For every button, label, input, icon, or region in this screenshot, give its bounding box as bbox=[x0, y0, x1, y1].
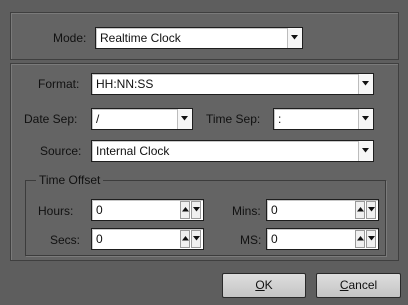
arrow-down-icon bbox=[193, 207, 200, 212]
ok-label-rest: K bbox=[264, 278, 273, 292]
hours-increment-button[interactable] bbox=[180, 201, 190, 219]
ms-decrement-button[interactable] bbox=[366, 230, 376, 248]
secs-spinner[interactable]: 0 bbox=[91, 228, 204, 250]
date-sep-value: / bbox=[96, 112, 100, 126]
hours-label: Hours: bbox=[38, 204, 74, 218]
arrow-down-icon bbox=[368, 207, 375, 212]
secs-decrement-button[interactable] bbox=[191, 230, 201, 248]
mins-spinner[interactable]: 0 bbox=[266, 199, 379, 221]
mins-increment-button[interactable] bbox=[355, 201, 365, 219]
chevron-down-icon bbox=[362, 81, 369, 86]
time-sep-label: Time Sep: bbox=[206, 112, 261, 126]
ms-label: MS: bbox=[240, 233, 262, 247]
time-sep-dropdown-button[interactable] bbox=[358, 109, 373, 129]
chevron-down-icon bbox=[291, 35, 298, 40]
date-sep-dropdown-button[interactable] bbox=[177, 109, 192, 129]
ok-mnemonic: O bbox=[255, 278, 265, 292]
arrow-up-icon bbox=[182, 236, 189, 241]
time-sep-value: : bbox=[278, 112, 282, 126]
mode-value: Realtime Clock bbox=[100, 31, 181, 45]
cancel-button[interactable]: Cancel bbox=[316, 273, 401, 298]
arrow-down-icon bbox=[193, 236, 200, 241]
arrow-up-icon bbox=[357, 236, 364, 241]
chevron-down-icon bbox=[362, 116, 369, 121]
mode-label: Mode: bbox=[53, 31, 87, 45]
format-dropdown-button[interactable] bbox=[358, 74, 373, 94]
hours-value: 0 bbox=[96, 203, 103, 217]
mins-label: Mins: bbox=[232, 204, 261, 218]
hours-decrement-button[interactable] bbox=[191, 201, 201, 219]
mins-value: 0 bbox=[271, 203, 278, 217]
ms-increment-button[interactable] bbox=[355, 230, 365, 248]
cancel-label-rest: ancel bbox=[348, 278, 378, 292]
source-value: Internal Clock bbox=[96, 144, 170, 158]
arrow-up-icon bbox=[357, 207, 364, 212]
format-combobox[interactable]: HH:NN:SS bbox=[91, 73, 374, 95]
date-sep-label: Date Sep: bbox=[24, 112, 78, 126]
mode-dropdown-button[interactable] bbox=[287, 28, 302, 48]
source-combobox[interactable]: Internal Clock bbox=[91, 140, 374, 162]
time-sep-combobox[interactable]: : bbox=[273, 108, 374, 130]
ms-spinner[interactable]: 0 bbox=[266, 228, 379, 250]
format-value: HH:NN:SS bbox=[96, 77, 154, 91]
source-dropdown-button[interactable] bbox=[358, 141, 373, 161]
date-sep-combobox[interactable]: / bbox=[91, 108, 193, 130]
ok-button[interactable]: OK bbox=[222, 273, 306, 298]
mode-dropdown[interactable]: Realtime Clock bbox=[95, 27, 303, 49]
secs-increment-button[interactable] bbox=[180, 230, 190, 248]
time-offset-title: Time Offset bbox=[36, 173, 104, 187]
ms-value: 0 bbox=[271, 232, 278, 246]
chevron-down-icon bbox=[362, 148, 369, 153]
secs-value: 0 bbox=[96, 232, 103, 246]
arrow-up-icon bbox=[182, 207, 189, 212]
secs-label: Secs: bbox=[50, 233, 81, 247]
source-label: Source: bbox=[40, 144, 82, 158]
hours-spinner[interactable]: 0 bbox=[91, 199, 204, 221]
arrow-down-icon bbox=[368, 236, 375, 241]
chevron-down-icon bbox=[181, 116, 188, 121]
mins-decrement-button[interactable] bbox=[366, 201, 376, 219]
format-label: Format: bbox=[38, 77, 80, 91]
